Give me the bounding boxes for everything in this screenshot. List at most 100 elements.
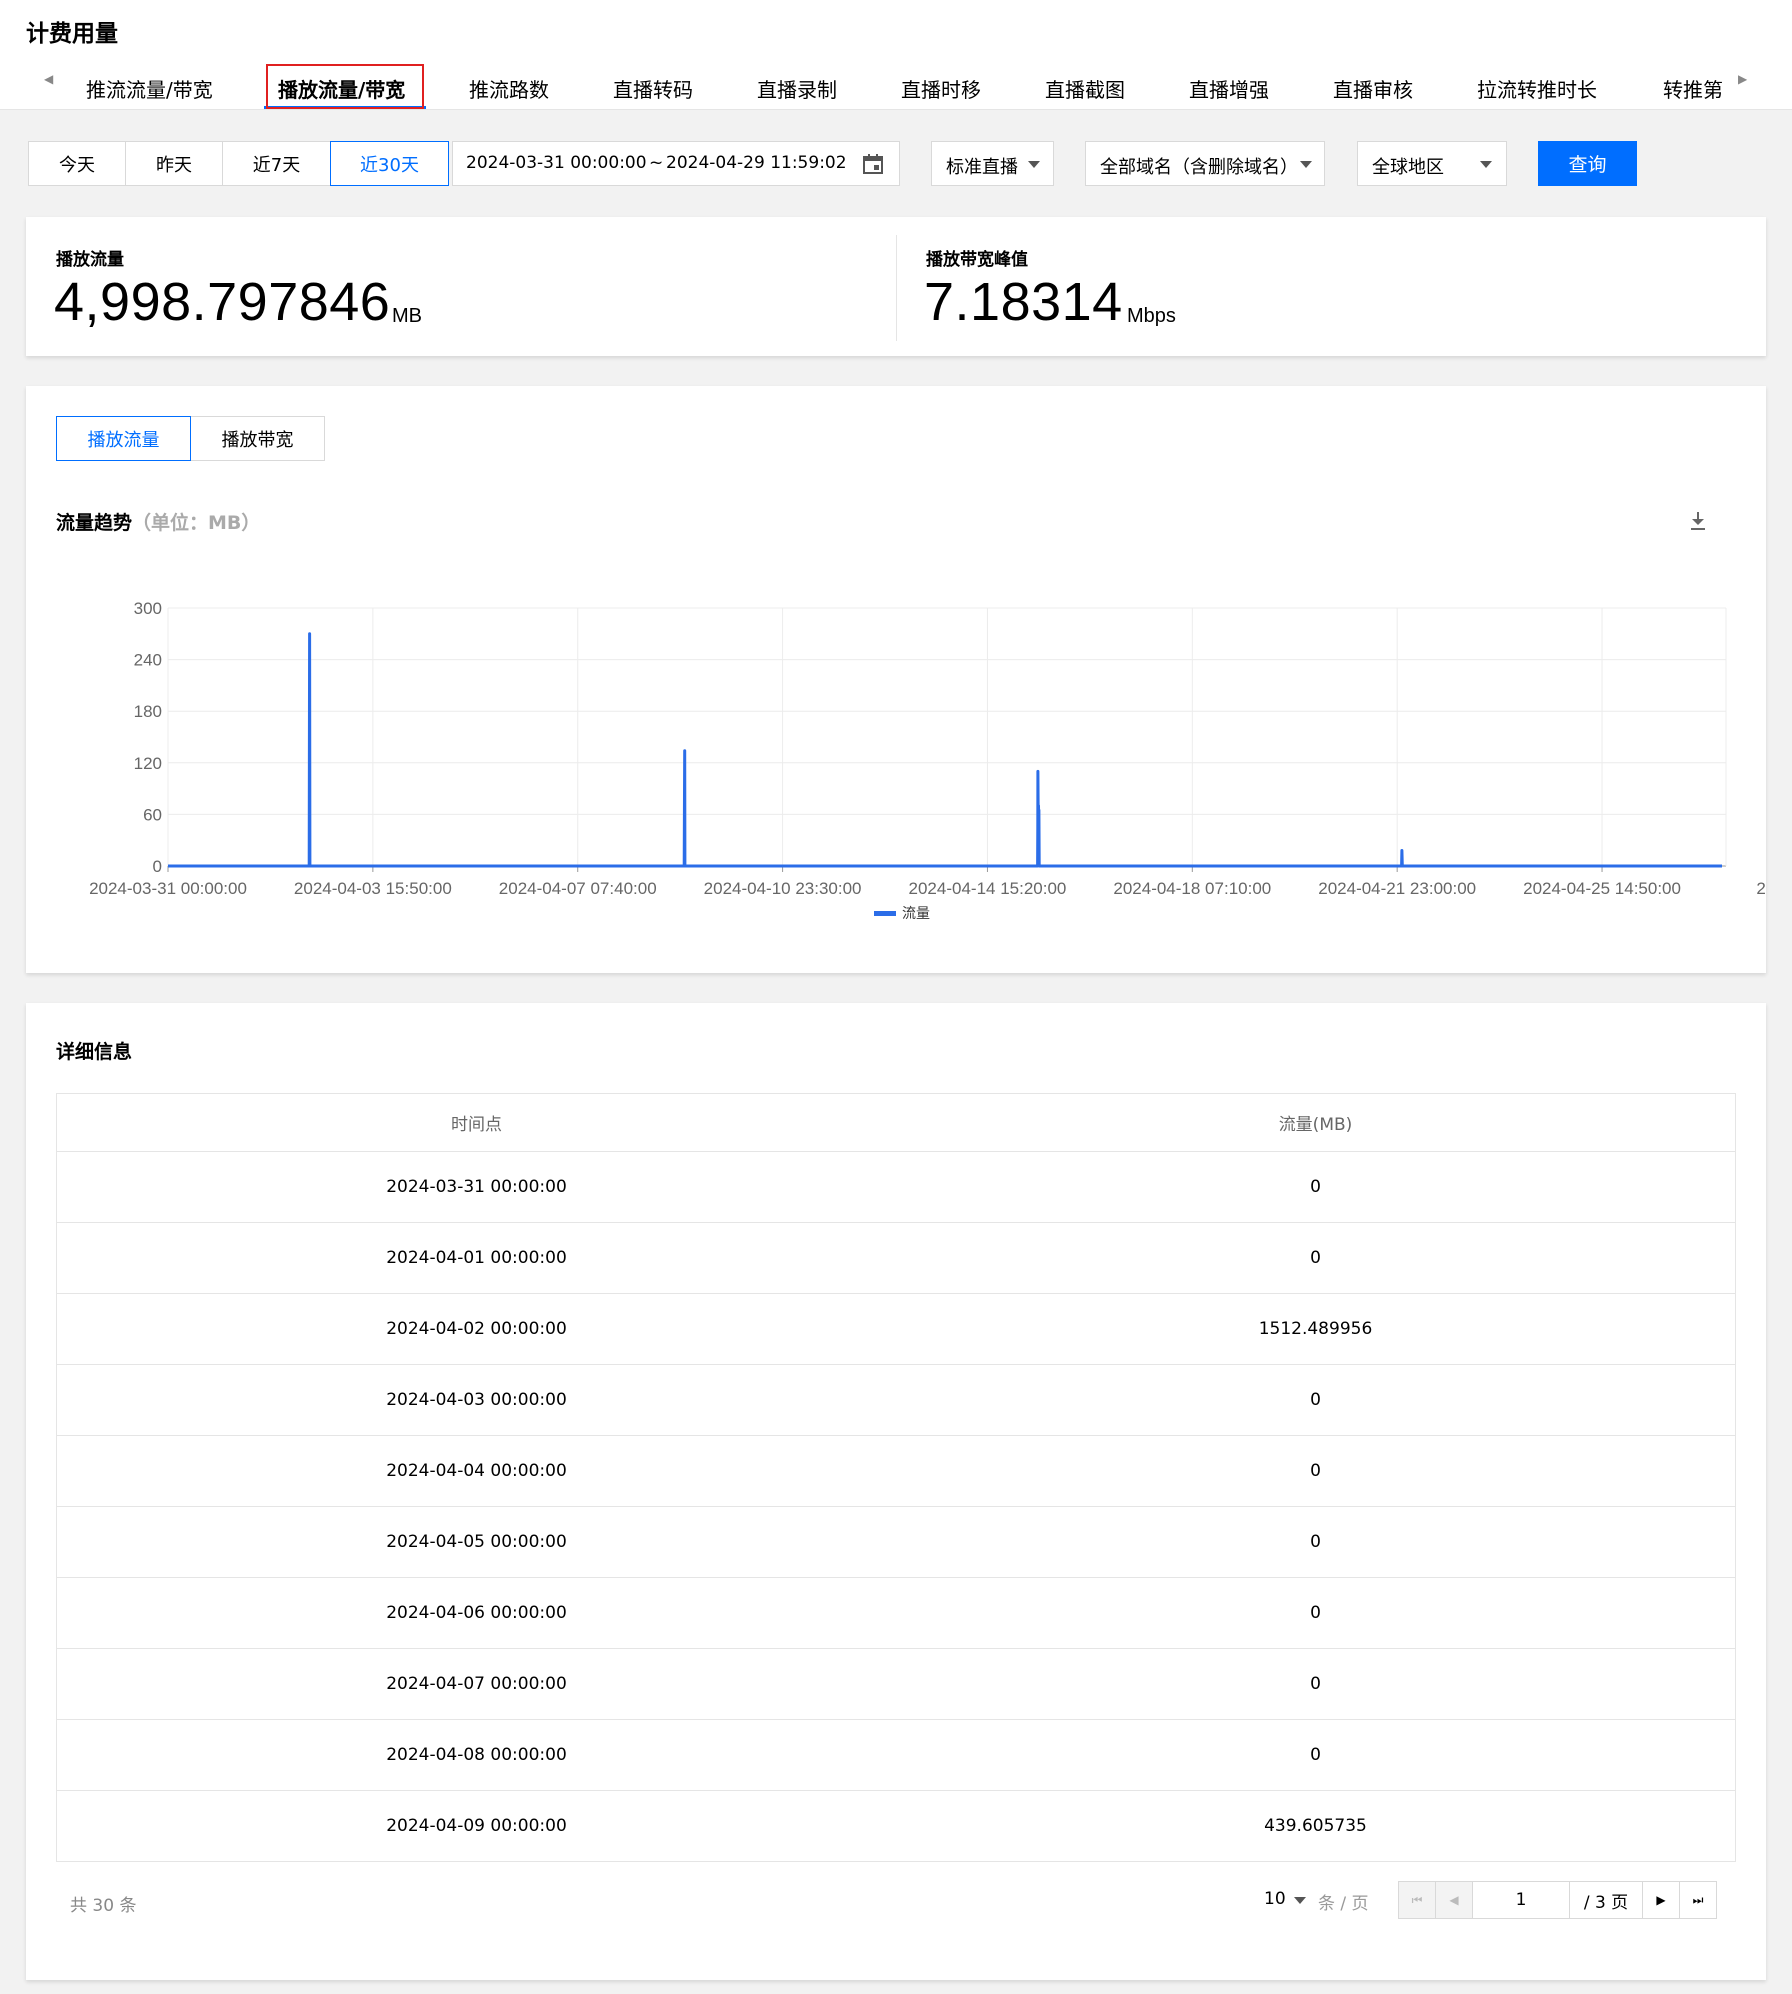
- x-tick-label: 2024-04-21 23:00:00: [1318, 879, 1476, 898]
- details-card: 详细信息 时间点 流量(MB) 2024-03-31 00:00:00 0 2024…: [26, 1003, 1766, 1980]
- date-range-picker[interactable]: 2024-03-31 00:00:00 ~ 2024-04-29 11:59:0…: [452, 141, 900, 186]
- stats-divider: [896, 235, 897, 341]
- table-row: 2024-03-31 00:00:00 0: [56, 1151, 1736, 1223]
- cell-traffic: 0: [895, 1151, 1736, 1223]
- range-7days-button[interactable]: 近7天: [222, 141, 331, 186]
- last-page-button[interactable]: ⏭: [1679, 1881, 1717, 1919]
- page-count-label: / 3 页: [1569, 1881, 1643, 1919]
- traffic-value: 4,998.797846: [54, 272, 391, 332]
- prev-page-icon: ◀: [1449, 1893, 1459, 1907]
- cell-time: 2024-04-05 00:00:00: [56, 1506, 896, 1578]
- x-tick-label: 2024-04-07 07:40:00: [499, 879, 657, 898]
- chart-tab-traffic[interactable]: 播放流量: [56, 416, 191, 461]
- bandwidth-unit: Mbps: [1127, 305, 1176, 327]
- last-page-icon: ⏭: [1692, 1892, 1704, 1907]
- first-page-icon: ⏮: [1411, 1892, 1423, 1907]
- cell-traffic: 0: [895, 1719, 1736, 1791]
- prev-page-button[interactable]: ◀: [1435, 1881, 1473, 1919]
- chevron-down-icon: [1028, 161, 1040, 168]
- x-tick-label: 2024-04-25 14:50:00: [1523, 879, 1681, 898]
- x-tick-label: 2024-04-10 23:30:00: [704, 879, 862, 898]
- range-today-button[interactable]: 今天: [28, 141, 126, 186]
- tab-scroll-left-icon[interactable]: ◀: [44, 72, 53, 86]
- domain-select-value: 全部域名（含删除域名）: [1100, 157, 1298, 178]
- cell-time: 2024-04-06 00:00:00: [56, 1577, 896, 1649]
- query-button[interactable]: 查询: [1538, 141, 1637, 186]
- tab-timeshift[interactable]: 直播时移: [901, 74, 981, 103]
- tab-scroll-right-icon[interactable]: ▶: [1738, 72, 1747, 86]
- traffic-trend-chart: 0 60 120 180 240 300 2024-03-31 00:00:00 2024-0…: [89, 599, 1766, 922]
- active-tab-highlight: [266, 64, 424, 109]
- cell-traffic: 0: [895, 1222, 1736, 1294]
- cell-traffic: 0: [895, 1648, 1736, 1720]
- traffic-unit: MB: [392, 305, 422, 327]
- tab-push-streams[interactable]: 推流路数: [469, 74, 549, 103]
- cell-time: 2024-04-09 00:00:00: [56, 1790, 896, 1862]
- tab-enhance[interactable]: 直播增强: [1189, 74, 1269, 103]
- bandwidth-value: 7.18314: [924, 272, 1123, 332]
- x-tick-label: 2024-03-31 00:00:00: [89, 879, 247, 898]
- chevron-down-icon: [1300, 161, 1312, 168]
- x-tick-label: 2024-04-29 0: [1756, 879, 1766, 898]
- region-select-value: 全球地区: [1372, 157, 1444, 178]
- next-page-icon: ▶: [1656, 1893, 1666, 1907]
- region-select[interactable]: 全球地区: [1357, 141, 1507, 186]
- table-row: 2024-04-01 00:00:00 0: [56, 1222, 1736, 1294]
- details-table: 时间点 流量(MB) 2024-03-31 00:00:00 0 2024-04-0…: [56, 1093, 1736, 1862]
- tab-relay-partial[interactable]: 转推第: [1663, 74, 1729, 103]
- tab-relay-duration[interactable]: 拉流转推时长: [1477, 74, 1597, 103]
- y-tick-label: 180: [134, 702, 162, 721]
- table-row: 2024-04-02 00:00:00 1512.489956: [56, 1293, 1736, 1365]
- cell-time: 2024-03-31 00:00:00: [56, 1151, 896, 1223]
- series-line-traffic: [168, 632, 1722, 868]
- range-yesterday-button[interactable]: 昨天: [125, 141, 223, 186]
- y-tick-label: 120: [134, 754, 162, 773]
- cell-time: 2024-04-02 00:00:00: [56, 1293, 896, 1365]
- bandwidth-label: 播放带宽峰值: [926, 250, 1028, 270]
- x-tick-label: 2024-04-14 15:20:00: [909, 879, 1067, 898]
- next-page-button[interactable]: ▶: [1642, 1881, 1680, 1919]
- table-row: 2024-04-05 00:00:00 0: [56, 1506, 1736, 1578]
- legend-swatch: [874, 911, 896, 916]
- table-header-row: 时间点 流量(MB): [56, 1093, 1736, 1152]
- tab-transcode[interactable]: 直播转码: [613, 74, 693, 103]
- page-number-input[interactable]: 1: [1472, 1881, 1570, 1919]
- calendar-icon[interactable]: [862, 153, 884, 175]
- traffic-label: 播放流量: [56, 250, 124, 270]
- y-tick-label: 300: [134, 599, 162, 618]
- domain-select[interactable]: 全部域名（含删除域名）: [1085, 141, 1325, 186]
- tab-screenshot[interactable]: 直播截图: [1045, 74, 1125, 103]
- range-start: 2024-03-31 00:00:00: [466, 153, 647, 173]
- column-header-time: 时间点: [56, 1093, 896, 1152]
- table-row: 2024-04-04 00:00:00 0: [56, 1435, 1736, 1507]
- first-page-button[interactable]: ⏮: [1398, 1881, 1436, 1919]
- range-end: 2024-04-29 11:59:02: [666, 153, 847, 173]
- y-tick-label: 60: [143, 805, 162, 824]
- cell-traffic: 0: [895, 1577, 1736, 1649]
- page-size-unit-label: 条 / 页: [1318, 1894, 1369, 1914]
- chevron-down-icon: [1294, 1897, 1306, 1904]
- range-separator: ~: [649, 153, 664, 173]
- page-title: 计费用量: [26, 21, 118, 47]
- cell-time: 2024-04-04 00:00:00: [56, 1435, 896, 1507]
- table-row: 2024-04-08 00:00:00 0: [56, 1719, 1736, 1791]
- tab-recording[interactable]: 直播录制: [757, 74, 837, 103]
- cell-traffic: 0: [895, 1506, 1736, 1578]
- y-tick-label: 240: [134, 651, 162, 670]
- stats-card: 播放流量 4,998.797846 MB 播放带宽峰值 7.18314 Mbps: [26, 217, 1766, 356]
- table-row: 2024-04-03 00:00:00 0: [56, 1364, 1736, 1436]
- table-row: 2024-04-06 00:00:00 0: [56, 1577, 1736, 1649]
- total-count: 共 30 条: [70, 1896, 137, 1916]
- product-select[interactable]: 标准直播: [931, 141, 1054, 186]
- cell-time: 2024-04-08 00:00:00: [56, 1719, 896, 1791]
- range-30days-button[interactable]: 近30天: [330, 141, 449, 186]
- chevron-down-icon: [1480, 161, 1492, 168]
- tab-review[interactable]: 直播审核: [1333, 74, 1413, 103]
- cell-traffic: 0: [895, 1364, 1736, 1436]
- x-tick-label: 2024-04-03 15:50:00: [294, 879, 452, 898]
- table-row: 2024-04-07 00:00:00 0: [56, 1648, 1736, 1720]
- chart-card: 播放流量 播放带宽 流量趋势（单位：MB） 0 60 120 180 240 300 202…: [26, 386, 1766, 973]
- cell-time: 2024-04-07 00:00:00: [56, 1648, 896, 1720]
- tab-push-traffic[interactable]: 推流流量/带宽: [86, 74, 213, 103]
- cell-traffic: 439.605735: [895, 1790, 1736, 1862]
